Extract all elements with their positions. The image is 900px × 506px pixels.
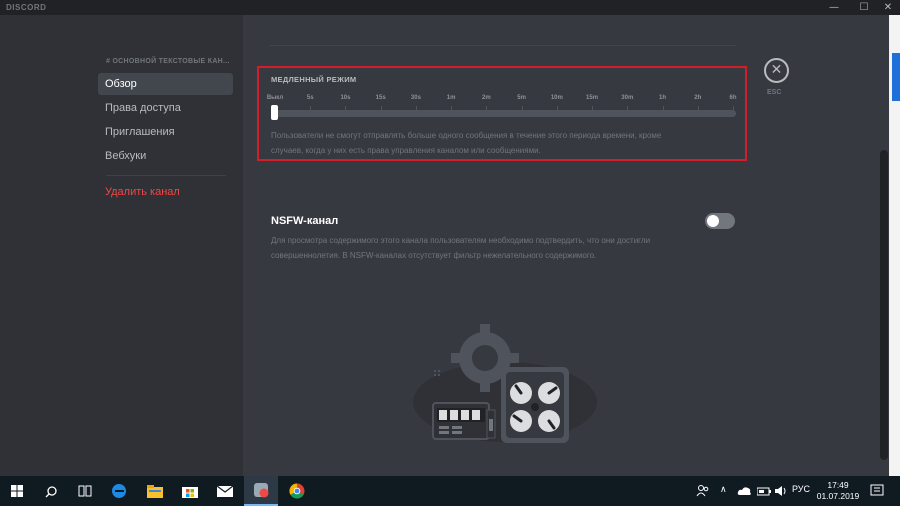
content-scrollbar[interactable]: [880, 150, 888, 460]
language-indicator[interactable]: РУС: [792, 484, 810, 494]
sidebar-item-permissions[interactable]: Права доступа: [98, 97, 233, 119]
nsfw-description-line: Для просмотра содержимого этого канала п…: [271, 236, 651, 245]
windows-start-icon[interactable]: [0, 476, 34, 506]
file-explorer-icon[interactable]: [138, 476, 172, 506]
sidebar-item-webhooks[interactable]: Вебхуки: [98, 145, 233, 167]
slowmode-description-line: случаев, когда у них есть права управлен…: [271, 146, 541, 155]
notifications-icon[interactable]: [870, 484, 884, 498]
slowmode-description-line: Пользователи не смогут отправлять больше…: [271, 131, 662, 140]
slowmode-tick-label[interactable]: 5s: [307, 95, 314, 101]
delete-channel-button[interactable]: Удалить канал: [98, 181, 233, 203]
sidebar-item-invites[interactable]: Приглашения: [98, 121, 233, 143]
chrome-icon[interactable]: [280, 476, 314, 506]
section-divider: [270, 45, 736, 46]
slowmode-tick-label[interactable]: 6h: [729, 95, 736, 101]
channel-section-header: # ОСНОВНОЙ ТЕКСТОВЫЕ КАН...: [106, 58, 230, 65]
sidebar-item-overview[interactable]: Обзор: [98, 73, 233, 95]
minimize-button[interactable]: —: [822, 0, 846, 15]
slowmode-slider-track[interactable]: [274, 110, 736, 117]
clock-time: 17:49: [827, 480, 849, 490]
close-window-button[interactable]: ✕: [876, 0, 900, 15]
discord-icon[interactable]: [244, 476, 278, 506]
slowmode-tick-label[interactable]: Выкл: [267, 95, 283, 101]
sidebar-divider: [106, 175, 226, 176]
slowmode-tick-label[interactable]: 2h: [694, 95, 701, 101]
windows-taskbar: ∧ РУС 17:49 01.07.2019: [0, 476, 900, 506]
slowmode-tick-label[interactable]: 2m: [482, 95, 491, 101]
task-view-icon[interactable]: [68, 476, 102, 506]
maximize-button[interactable]: ☐: [852, 0, 876, 15]
slowmode-tick-label[interactable]: 15m: [586, 95, 598, 101]
battery-icon[interactable]: [757, 485, 771, 497]
people-icon[interactable]: [696, 484, 710, 498]
nsfw-title: NSFW-канал: [271, 215, 339, 227]
nsfw-description: Для просмотра содержимого этого канала п…: [271, 233, 650, 263]
slowmode-tick-label[interactable]: 1m: [447, 95, 456, 101]
clock-date: 01.07.2019: [816, 491, 860, 501]
settings-content: МЕДЛЕННЫЙ РЕЖИМ Выкл 5s 10s 15s 30s 1m 2m 5m 10m…: [243, 15, 889, 476]
onedrive-icon[interactable]: [737, 486, 752, 496]
slowmode-tick-label[interactable]: 5m: [517, 95, 526, 101]
slowmode-tick-label[interactable]: 10m: [551, 95, 563, 101]
chevron-up-icon[interactable]: ∧: [720, 484, 727, 495]
title-bar: DISCORD — ☐ ✕: [0, 0, 900, 15]
app-brand: DISCORD: [6, 3, 47, 12]
control-panel-illustration: [413, 324, 597, 443]
close-icon[interactable]: ✕: [764, 58, 789, 83]
slowmode-tick-label[interactable]: 30m: [621, 95, 633, 101]
volume-icon[interactable]: [775, 485, 787, 497]
mail-icon[interactable]: [208, 476, 242, 506]
nsfw-toggle[interactable]: [705, 213, 735, 229]
edge-icon[interactable]: [102, 476, 136, 506]
store-icon[interactable]: [173, 476, 207, 506]
background-window-edge: [889, 15, 900, 476]
slowmode-tick-label[interactable]: 15s: [376, 95, 386, 101]
esc-label: ESC: [767, 89, 782, 96]
search-icon[interactable]: [34, 476, 68, 506]
slowmode-tick-label[interactable]: 1h: [659, 95, 666, 101]
slowmode-title: МЕДЛЕННЫЙ РЕЖИМ: [271, 75, 357, 84]
slowmode-slider-thumb[interactable]: [271, 105, 278, 120]
system-clock[interactable]: 17:49 01.07.2019: [814, 480, 862, 502]
nsfw-description-line: совершеннолетия. В NSFW-каналах отсутств…: [271, 251, 597, 260]
background-window-accent: [892, 53, 900, 101]
slowmode-tick-label[interactable]: 10s: [340, 95, 350, 101]
toggle-knob: [707, 215, 719, 227]
slowmode-tick-label[interactable]: 30s: [411, 95, 421, 101]
slowmode-description: Пользователи не смогут отправлять больше…: [271, 128, 661, 158]
